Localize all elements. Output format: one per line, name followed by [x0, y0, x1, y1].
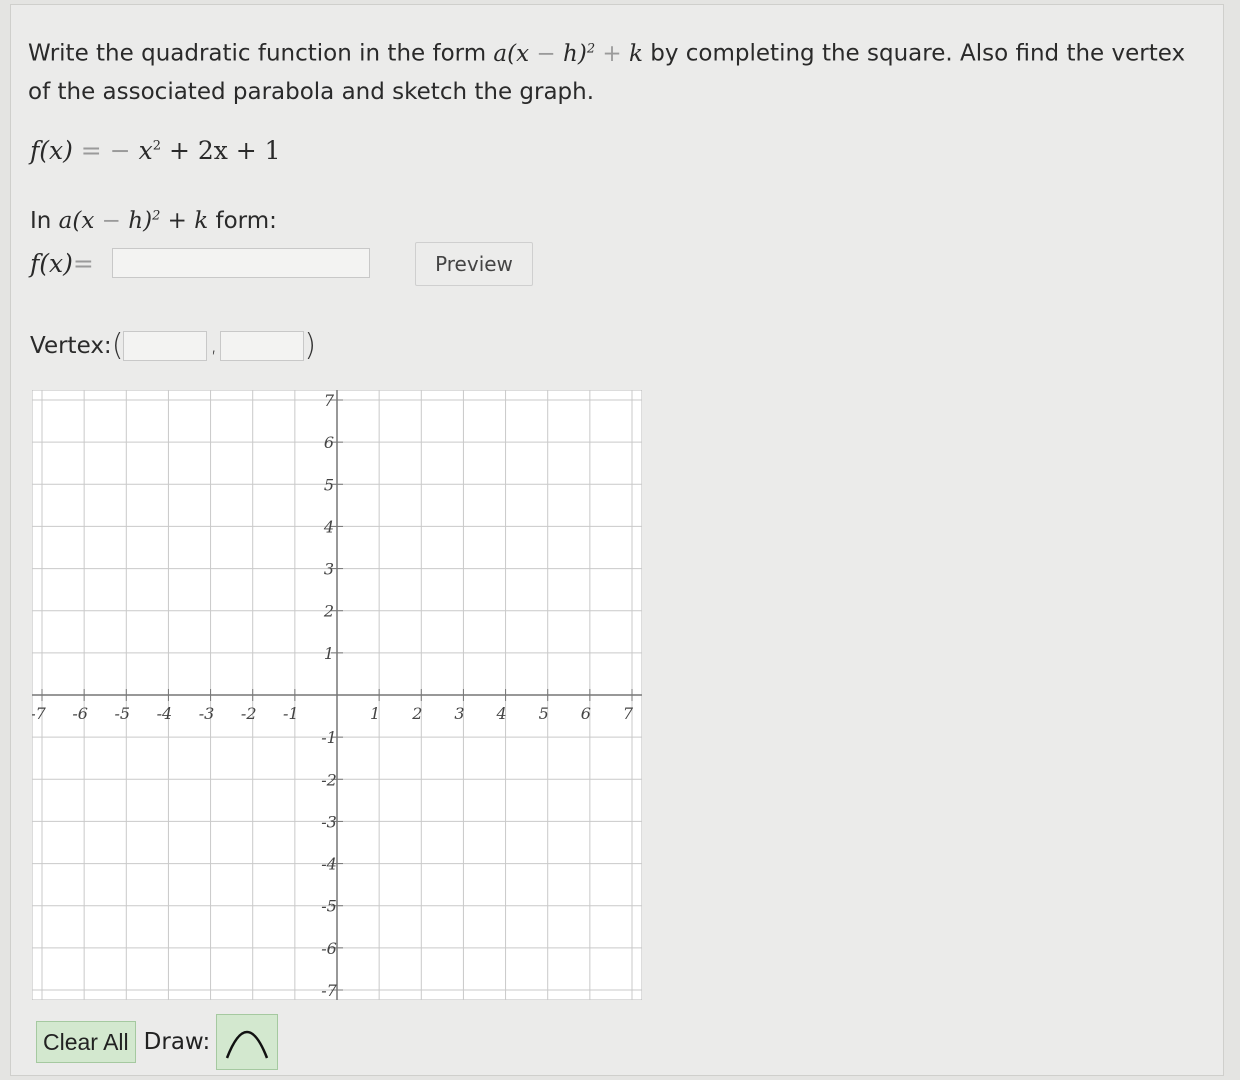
y-tick-label: 3 — [324, 560, 334, 579]
y-tick-label: -5 — [321, 897, 337, 916]
x-tick-label: -5 — [114, 704, 130, 723]
parabola-icon — [223, 1020, 271, 1065]
x-tick-label: 2 — [411, 704, 422, 723]
question-text: Write the quadratic function in the form… — [28, 30, 1208, 111]
graph-svg[interactable]: -7 -6 -5 -4 -3 -2 -1 1 2 3 4 5 6 7 7 6 5 4 3 2 1 -1 -2 -3 -4 -5 -6… — [30, 389, 643, 1001]
x-tick-label: -1 — [283, 704, 299, 723]
vertex-x-input[interactable] — [123, 330, 208, 361]
y-tick-label: 6 — [324, 433, 334, 452]
answer-row: f(x) = — [30, 248, 370, 278]
x-tick-label: -3 — [199, 704, 215, 723]
function-definition: f(x) = − x2 + 2x + 1 — [30, 136, 281, 165]
y-tick-label: 2 — [323, 602, 334, 621]
function-rhs: + 2x + 1 — [161, 136, 281, 165]
y-tick-label: -4 — [321, 855, 337, 874]
y-tick-label: -7 — [321, 981, 337, 1000]
vertex-form-expression: a(x − h)2 + k — [493, 40, 643, 67]
x-tick-label: -6 — [72, 704, 88, 723]
draw-label: Draw: — [143, 1029, 211, 1055]
answer-lhs: f(x) — [30, 248, 73, 278]
draw-parabola-tool[interactable] — [216, 1014, 279, 1070]
vertex-y-input[interactable] — [220, 330, 305, 361]
x-tick-label: -7 — [32, 704, 47, 723]
clear-all-button[interactable]: Clear All — [36, 1021, 136, 1063]
x-tick-label: 5 — [539, 704, 549, 723]
x-tick-label: -2 — [241, 704, 257, 723]
y-tick-label: 7 — [324, 391, 335, 410]
y-tick-label: -6 — [321, 939, 337, 958]
y-tick-label: 5 — [324, 475, 334, 494]
question-intro: Write the quadratic function in the form — [28, 40, 487, 67]
x-tick-label: 4 — [495, 704, 506, 723]
x-tick-label: 3 — [454, 704, 464, 723]
preview-button[interactable]: Preview — [415, 242, 533, 286]
x-tick-label: 6 — [581, 704, 591, 723]
graph-canvas[interactable]: -7 -6 -5 -4 -3 -2 -1 1 2 3 4 5 6 7 7 6 5 4 3 2 1 -1 -2 -3 -4 -5 -6… — [30, 389, 643, 1004]
y-tick-label: 1 — [324, 644, 334, 663]
form-label: In a(x − h)2 + k form: — [30, 208, 277, 234]
vertex-form-input[interactable] — [111, 248, 370, 278]
y-tick-label: 4 — [323, 517, 334, 536]
function-lhs: f(x) — [30, 136, 73, 165]
y-tick-label: -1 — [321, 728, 337, 747]
x-tick-label: 7 — [623, 704, 634, 723]
x-tick-label: 1 — [370, 704, 380, 723]
graph-toolbar: Clear All Draw: — [36, 1014, 279, 1070]
y-tick-label: -2 — [321, 770, 337, 789]
y-tick-label: -3 — [321, 812, 337, 831]
x-tick-label: -4 — [157, 704, 173, 723]
vertex-row: Vertex: ( , ) — [30, 328, 317, 363]
vertex-label: Vertex: — [30, 332, 112, 359]
